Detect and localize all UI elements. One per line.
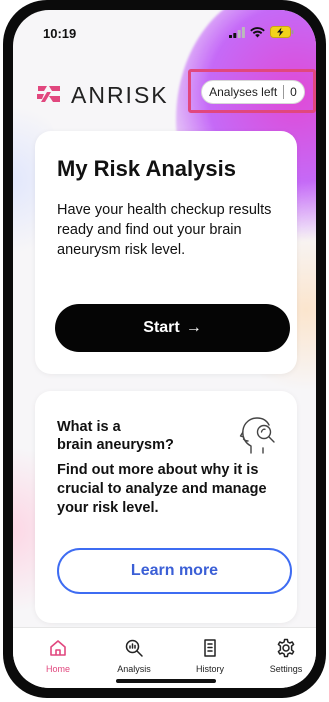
cellular-signal-icon	[229, 26, 245, 38]
risk-analysis-card: My Risk Analysis Have your health checku…	[35, 131, 297, 374]
analysis-icon	[124, 638, 144, 660]
aneurysm-description: Find out more about why it is crucial to…	[57, 462, 267, 516]
tab-analysis-label: Analysis	[117, 664, 151, 674]
status-icons	[229, 26, 294, 38]
brand-header: ANRISK	[35, 82, 169, 109]
tab-history-label: History	[195, 664, 224, 674]
home-indicator	[116, 679, 216, 683]
aneurysm-title-line2: brain aneurysm?	[57, 437, 174, 453]
analyses-left-label: Analyses left	[209, 85, 278, 99]
analyses-left-count: 0	[290, 85, 297, 99]
tab-home-label: Home	[45, 664, 70, 674]
aneurysm-title-line1: What is a	[57, 419, 121, 435]
status-time: 10:19	[43, 26, 77, 41]
home-icon	[48, 638, 68, 660]
learn-more-button[interactable]: Learn more	[57, 548, 292, 594]
battery-charging-icon	[270, 26, 294, 38]
risk-analysis-description: Have your health checkup results ready a…	[57, 202, 272, 258]
head-magnifier-icon	[239, 415, 277, 459]
tab-history[interactable]: History	[180, 638, 240, 674]
analyses-divider	[283, 85, 285, 99]
tab-analysis[interactable]: Analysis	[104, 638, 164, 674]
tab-settings[interactable]: Settings	[256, 638, 316, 674]
analyses-left-highlight: Analyses left 0	[188, 69, 316, 113]
analyses-left-badge[interactable]: Analyses left 0	[201, 80, 305, 104]
tab-home[interactable]: Home	[28, 638, 88, 674]
history-icon	[200, 638, 220, 660]
phone-frame: 10:19 ANRISK Analyses left 0 My Risk Ana…	[3, 0, 326, 698]
tab-settings-label: Settings	[269, 664, 303, 674]
status-bar: 10:19	[13, 10, 316, 50]
start-button-label: Start	[143, 319, 180, 336]
settings-icon	[276, 638, 296, 660]
app-screen: 10:19 ANRISK Analyses left 0 My Risk Ana…	[13, 10, 316, 688]
risk-analysis-title: My Risk Analysis	[57, 156, 236, 181]
wifi-icon	[250, 26, 265, 38]
brand-name: ANRISK	[71, 82, 169, 108]
aneurysm-title: What is a brain aneurysm?	[57, 418, 174, 454]
anrisk-logo-icon	[35, 83, 63, 109]
arrow-right-icon: →	[185, 319, 202, 336]
start-button[interactable]: Start →	[55, 304, 290, 352]
aneurysm-info-card: What is a brain aneurysm? Find out more …	[35, 391, 297, 623]
